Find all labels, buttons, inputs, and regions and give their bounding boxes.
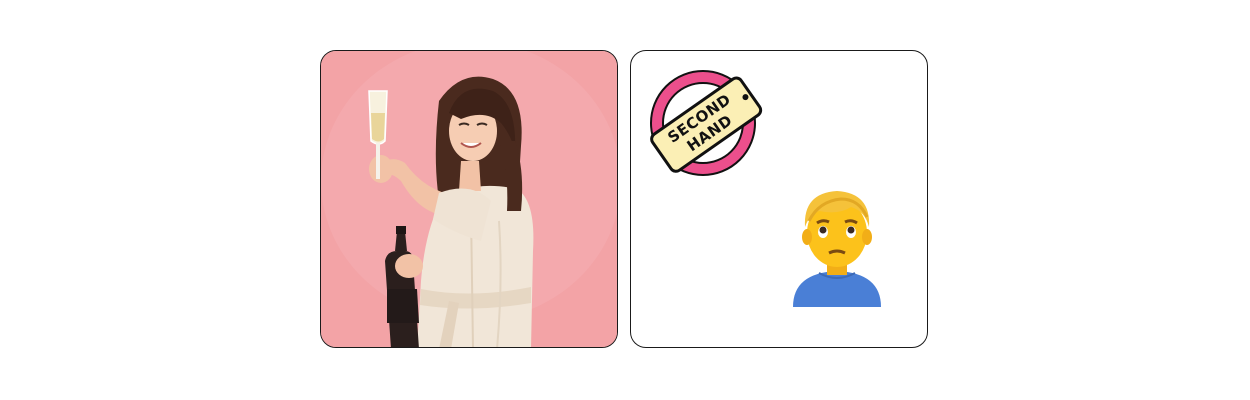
emoji-panel-card[interactable]: SECOND HAND bbox=[630, 50, 928, 348]
man-pouting-emoji-icon bbox=[789, 185, 885, 307]
second-hand-sticker-icon: SECOND HAND bbox=[645, 63, 765, 183]
celebration-photo-card[interactable] bbox=[320, 50, 618, 348]
image-grid: SECOND HAND bbox=[0, 0, 1250, 400]
woman-with-champagne-photo bbox=[321, 51, 617, 347]
